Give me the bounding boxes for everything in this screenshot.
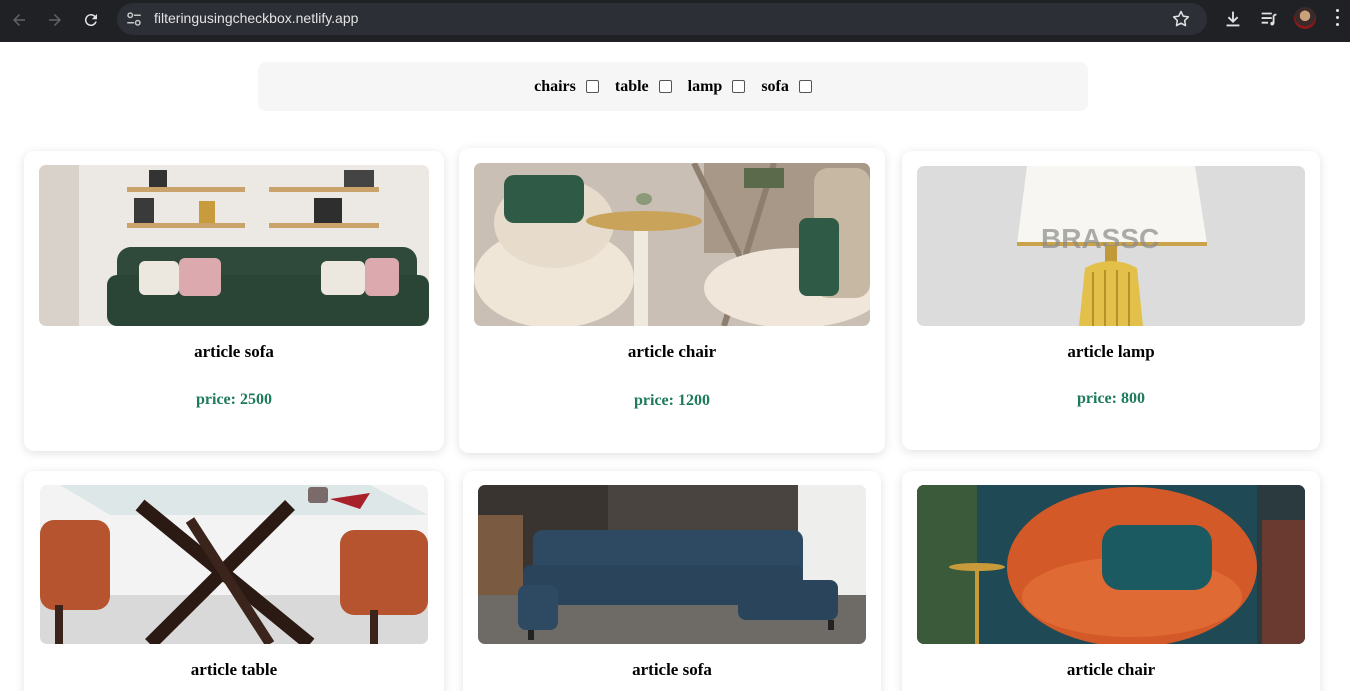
product-price: price: 800 [1077, 390, 1145, 407]
lamp-checkbox[interactable] [732, 80, 746, 93]
product-card[interactable]: article table [24, 471, 444, 691]
product-image [474, 163, 870, 326]
product-card[interactable]: article sofa price: 2500 [24, 151, 444, 451]
url-text[interactable]: filteringusingcheckbox.netlify.app [154, 10, 358, 26]
table-checkbox[interactable] [658, 80, 672, 93]
download-icon[interactable] [1222, 8, 1244, 30]
address-bar[interactable]: filteringusingcheckbox.netlify.app [117, 3, 1207, 35]
reload-icon[interactable] [79, 8, 103, 32]
filter-label: table [614, 77, 649, 95]
product-title: article sofa [632, 660, 712, 679]
filter-label: lamp [687, 77, 723, 95]
product-card[interactable]: article chair price: 1200 [459, 148, 885, 453]
filter-bar: chairs table lamp sofa [258, 62, 1088, 111]
product-image: BRASSC [917, 166, 1305, 326]
product-image [917, 485, 1305, 644]
site-info-icon[interactable] [125, 10, 143, 28]
product-image [39, 165, 429, 326]
product-card[interactable]: article chair [902, 471, 1320, 691]
filter-label: sofa [761, 77, 789, 95]
product-card[interactable]: article sofa [463, 471, 881, 691]
product-price: price: 2500 [196, 391, 272, 408]
back-arrow-icon[interactable] [7, 8, 31, 32]
product-title: article table [190, 660, 278, 679]
forward-arrow-icon[interactable] [43, 8, 67, 32]
sofa-checkbox[interactable] [798, 80, 812, 93]
svg-text:BRASSC: BRASSC [1041, 223, 1159, 254]
filter-table[interactable]: table [615, 78, 672, 96]
product-image [478, 485, 866, 644]
bookmark-star-icon[interactable] [1171, 9, 1191, 29]
more-menu-icon[interactable] [1334, 9, 1340, 29]
product-title: article chair [1066, 660, 1156, 679]
media-control-icon[interactable] [1258, 8, 1280, 30]
filter-sofa[interactable]: sofa [761, 78, 812, 96]
product-title: article lamp [1067, 342, 1155, 361]
filter-label: chairs [534, 77, 576, 95]
chairs-checkbox[interactable] [585, 80, 599, 93]
product-title: article sofa [194, 342, 274, 361]
product-title: article chair [627, 342, 717, 361]
browser-toolbar: filteringusingcheckbox.netlify.app [0, 0, 1350, 42]
filter-chairs[interactable]: chairs [534, 78, 599, 96]
product-price: price: 1200 [634, 392, 710, 409]
product-card[interactable]: BRASSC article lamp price: 800 [902, 151, 1320, 450]
profile-avatar[interactable] [1294, 7, 1316, 29]
filter-lamp[interactable]: lamp [688, 78, 746, 96]
product-image [40, 485, 428, 644]
